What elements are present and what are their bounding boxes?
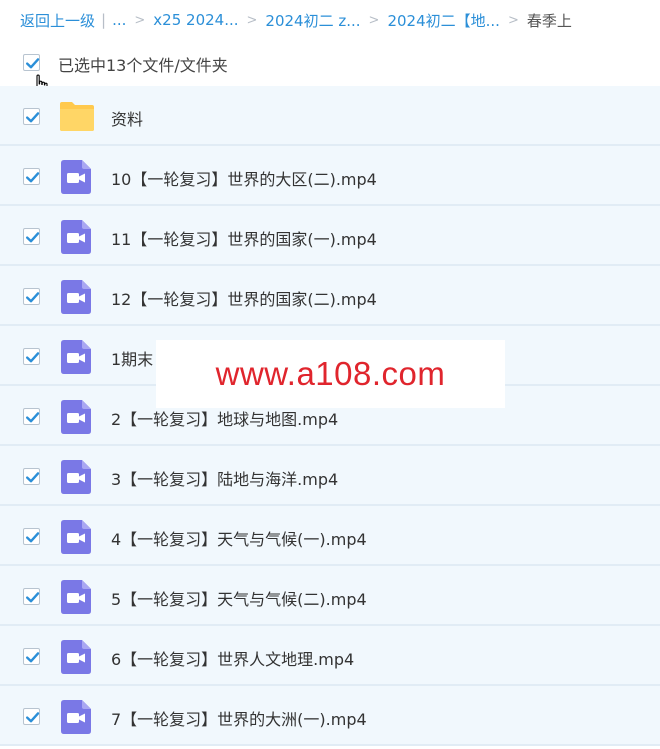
file-row-video[interactable]: 3【一轮复习】陆地与海洋.mp4 [0,446,660,506]
checkmark-icon [26,352,40,363]
breadcrumb-divider: | [101,11,107,29]
video-file-icon [61,700,91,734]
file-row-video[interactable]: 5【一轮复习】天气与气候(二).mp4 [0,566,660,626]
video-file-icon [61,580,91,614]
video-file-icon [61,340,91,374]
checkmark-icon [26,292,40,303]
video-file-icon [61,400,91,434]
file-name[interactable]: 1期末 [111,346,153,370]
breadcrumb-item-2[interactable]: 2024初二 z... [265,10,360,31]
video-file-icon [61,220,91,254]
breadcrumb-current: 春季上 [526,11,572,30]
row-checkbox[interactable] [23,348,40,365]
checkmark-icon [26,172,40,183]
file-name[interactable]: 11【一轮复习】世界的国家(一).mp4 [111,226,377,250]
selection-count-text: 已选中13个文件/文件夹 [58,56,228,75]
row-checkbox[interactable] [23,168,40,185]
checkmark-icon [26,652,40,663]
file-row-video[interactable]: 11【一轮复习】世界的国家(一).mp4 [0,206,660,266]
row-checkbox[interactable] [23,648,40,665]
checkmark-icon [26,58,40,69]
row-checkbox[interactable] [23,228,40,245]
breadcrumb-separator: > [507,12,519,28]
checkmark-icon [26,232,40,243]
row-checkbox[interactable] [23,408,40,425]
breadcrumb-item-1[interactable]: x25 2024... [153,11,238,29]
row-checkbox[interactable] [23,708,40,725]
row-checkbox[interactable] [23,468,40,485]
file-row-video[interactable]: 4【一轮复习】天气与气候(一).mp4 [0,506,660,566]
checkmark-icon [26,712,40,723]
back-link[interactable]: 返回上一级 [20,10,95,31]
file-row-video[interactable]: 7【一轮复习】世界的大洲(一).mp4 [0,686,660,746]
folder-icon [60,102,94,131]
checkmark-icon [26,112,40,123]
file-name[interactable]: 12【一轮复习】世界的国家(二).mp4 [111,286,377,310]
checkmark-icon [26,532,40,543]
video-file-icon [61,640,91,674]
row-checkbox[interactable] [23,588,40,605]
video-file-icon [61,520,91,554]
file-list: 资料 10【一轮复习】世界的大区(二).mp4 11【一轮复习】世界的国家(一)… [0,86,660,746]
row-checkbox[interactable] [23,288,40,305]
file-name[interactable]: 6【一轮复习】世界人文地理.mp4 [111,646,354,670]
checkmark-icon [26,472,40,483]
video-file-icon [61,280,91,314]
watermark-overlay: www.a108.com [156,340,505,408]
video-file-icon [61,160,91,194]
file-row-video[interactable]: 10【一轮复习】世界的大区(二).mp4 [0,146,660,206]
file-name[interactable]: 4【一轮复习】天气与气候(一).mp4 [111,526,367,550]
selection-bar: 已选中13个文件/文件夹 [0,40,660,86]
breadcrumb-item-3[interactable]: 2024初二【地... [387,10,499,31]
file-name[interactable]: 7【一轮复习】世界的大洲(一).mp4 [111,706,367,730]
file-row-video[interactable]: 12【一轮复习】世界的国家(二).mp4 [0,266,660,326]
breadcrumb-separator: > [134,12,146,28]
file-name[interactable]: 10【一轮复习】世界的大区(二).mp4 [111,166,377,190]
file-name[interactable]: 5【一轮复习】天气与气候(二).mp4 [111,586,367,610]
file-name[interactable]: 3【一轮复习】陆地与海洋.mp4 [111,466,338,490]
file-row-video[interactable]: 6【一轮复习】世界人文地理.mp4 [0,626,660,686]
breadcrumb-separator: > [246,12,258,28]
file-name[interactable]: 资料 [111,106,143,130]
breadcrumb: 返回上一级 | ... > x25 2024... > 2024初二 z... … [0,0,660,40]
breadcrumb-separator: > [368,12,380,28]
file-row-folder[interactable]: 资料 [0,86,660,146]
video-file-icon [61,460,91,494]
file-name[interactable]: 2【一轮复习】地球与地图.mp4 [111,406,338,430]
row-checkbox[interactable] [23,108,40,125]
row-checkbox[interactable] [23,528,40,545]
checkmark-icon [26,412,40,423]
checkmark-icon [26,592,40,603]
select-all-checkbox[interactable] [23,54,40,71]
breadcrumb-ellipsis[interactable]: ... [112,11,126,29]
